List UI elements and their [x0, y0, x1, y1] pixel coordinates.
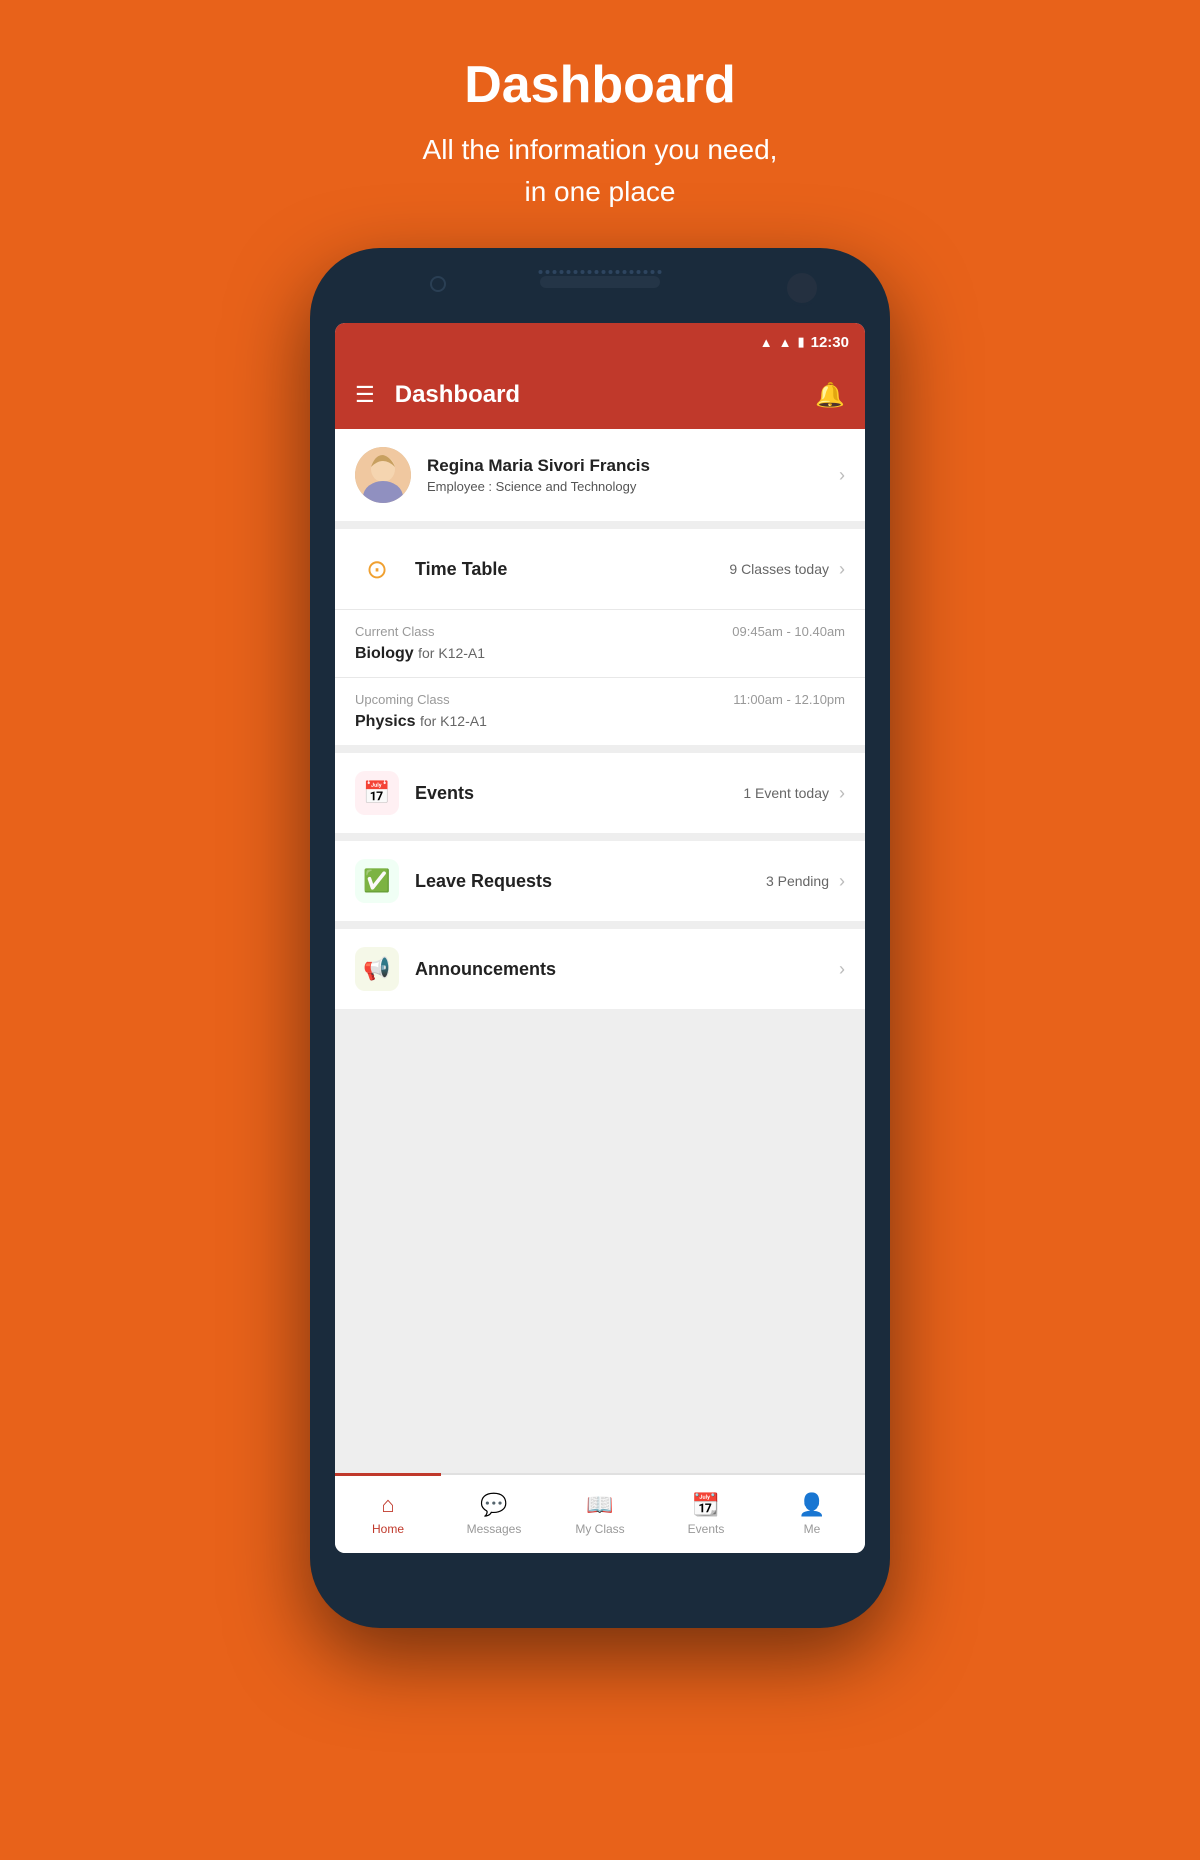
profile-name: Regina Maria Sivori Francis — [427, 456, 839, 476]
nav-item-events[interactable]: 📆 Events — [653, 1492, 759, 1536]
announcements-title: Announcements — [415, 959, 829, 980]
upcoming-class-meta: Upcoming Class 11:00am - 12.10pm — [355, 692, 845, 707]
bottom-nav: ⌂ Home 💬 Messages 📖 My Class 📆 Events 👤 … — [335, 1473, 865, 1553]
timetable-header[interactable]: ⊙ Time Table 9 Classes today › — [335, 529, 865, 609]
profile-role: Employee : Science and Technology — [427, 479, 839, 494]
upcoming-class-group: for K12-A1 — [420, 713, 487, 729]
profile-card[interactable]: Regina Maria Sivori Francis Employee : S… — [335, 429, 865, 521]
calendar-icon: 📅 — [355, 771, 399, 815]
phone-screen: ▲ ▲ ▮ 12:30 ☰ Dashboard 🔔 — [335, 323, 865, 1553]
status-time: 12:30 — [811, 334, 849, 351]
upcoming-class-name: Physics — [355, 713, 415, 730]
current-class-time: 09:45am - 10.40am — [732, 624, 845, 639]
events-nav-icon: 📆 — [692, 1492, 719, 1518]
events-title: Events — [415, 783, 743, 804]
phone-device: ▲ ▲ ▮ 12:30 ☰ Dashboard 🔔 — [310, 248, 890, 1628]
profile-info: Regina Maria Sivori Francis Employee : S… — [427, 456, 839, 494]
events-card: 📅 Events 1 Event today › — [335, 753, 865, 833]
avatar — [355, 447, 411, 503]
timetable-card: ⊙ Time Table 9 Classes today › Current C… — [335, 529, 865, 745]
status-bar: ▲ ▲ ▮ 12:30 — [335, 323, 865, 361]
wifi-icon: ▲ — [760, 335, 773, 350]
nav-item-messages[interactable]: 💬 Messages — [441, 1492, 547, 1536]
leave-requests-title: Leave Requests — [415, 871, 766, 892]
status-icons: ▲ ▲ ▮ 12:30 — [760, 334, 849, 351]
announcements-chevron-icon: › — [839, 959, 845, 980]
timetable-title: Time Table — [415, 559, 729, 580]
me-icon: 👤 — [798, 1492, 825, 1518]
notification-bell-button[interactable]: 🔔 — [815, 381, 845, 410]
leave-requests-card: ✅ Leave Requests 3 Pending › — [335, 841, 865, 921]
leave-requests-chevron-icon: › — [839, 871, 845, 892]
events-badge: 1 Event today — [743, 785, 829, 801]
current-class-group: for K12-A1 — [418, 645, 485, 661]
home-icon: ⌂ — [381, 1492, 394, 1518]
profile-chevron-icon: › — [839, 465, 845, 486]
front-camera — [430, 276, 446, 292]
events-chevron-icon: › — [839, 783, 845, 804]
upcoming-class-time: 11:00am - 12.10pm — [733, 692, 845, 707]
leave-icon: ✅ — [355, 859, 399, 903]
screen-content: Regina Maria Sivori Francis Employee : S… — [335, 429, 865, 1473]
announcements-card: 📢 Announcements › — [335, 929, 865, 1009]
timetable-badge: 9 Classes today — [729, 561, 829, 577]
nav-item-me[interactable]: 👤 Me — [759, 1492, 865, 1536]
battery-icon: ▮ — [797, 334, 804, 350]
clock-icon: ⊙ — [355, 547, 399, 591]
announce-icon: 📢 — [355, 947, 399, 991]
nav-label-home: Home — [372, 1522, 404, 1536]
nav-label-events: Events — [688, 1522, 725, 1536]
page-subtitle: All the information you need,in one plac… — [423, 129, 778, 213]
nav-label-myclass: My Class — [575, 1522, 624, 1536]
nav-item-home[interactable]: ⌂ Home — [335, 1492, 441, 1536]
app-bar: ☰ Dashboard 🔔 — [335, 361, 865, 429]
current-class-name: Biology — [355, 645, 414, 662]
signal-icon: ▲ — [779, 335, 792, 350]
nav-label-messages: Messages — [467, 1522, 522, 1536]
nav-item-myclass[interactable]: 📖 My Class — [547, 1492, 653, 1536]
leave-requests-header[interactable]: ✅ Leave Requests 3 Pending › — [335, 841, 865, 921]
page-title: Dashboard — [423, 55, 778, 115]
nav-label-me: Me — [804, 1522, 821, 1536]
current-class-label: Current Class — [355, 624, 434, 639]
announcements-header[interactable]: 📢 Announcements › — [335, 929, 865, 1009]
current-class-meta: Current Class 09:45am - 10.40am — [355, 624, 845, 639]
upcoming-class-name-row: Physics for K12-A1 — [355, 713, 845, 731]
upcoming-class-item[interactable]: Upcoming Class 11:00am - 12.10pm Physics… — [335, 677, 865, 745]
events-header[interactable]: 📅 Events 1 Event today › — [335, 753, 865, 833]
speaker-grille — [539, 270, 662, 274]
leave-requests-badge: 3 Pending — [766, 873, 829, 889]
rear-camera — [784, 270, 820, 306]
hamburger-button[interactable]: ☰ — [355, 382, 375, 408]
page-header: Dashboard All the information you need,i… — [423, 0, 778, 248]
app-bar-title: Dashboard — [395, 381, 815, 409]
current-class-name-row: Biology for K12-A1 — [355, 645, 845, 663]
upcoming-class-label: Upcoming Class — [355, 692, 450, 707]
timetable-chevron-icon: › — [839, 559, 845, 580]
current-class-item[interactable]: Current Class 09:45am - 10.40am Biology … — [335, 609, 865, 677]
myclass-icon: 📖 — [586, 1492, 613, 1518]
messages-icon: 💬 — [480, 1492, 507, 1518]
